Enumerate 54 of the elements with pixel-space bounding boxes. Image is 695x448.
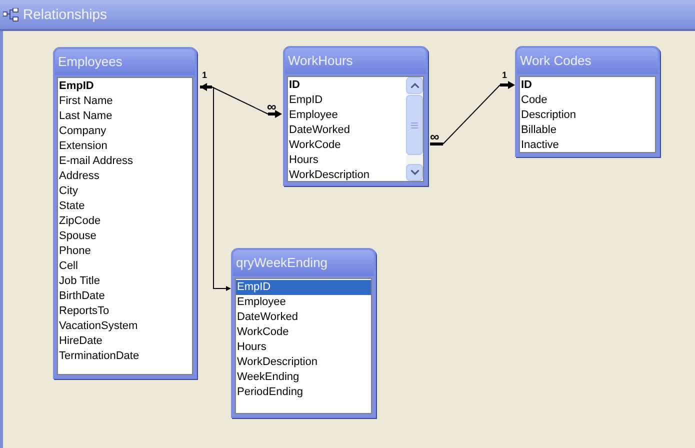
field-item[interactable]: Billable bbox=[520, 123, 655, 138]
field-item[interactable]: Spouse bbox=[58, 229, 192, 244]
field-item[interactable]: E-mail Address bbox=[58, 154, 192, 169]
field-item[interactable]: TerminationDate bbox=[58, 349, 192, 364]
field-item[interactable]: ZipCode bbox=[58, 214, 192, 229]
field-item[interactable]: EmpID bbox=[58, 79, 192, 94]
field-item[interactable]: Inactive bbox=[520, 138, 655, 153]
field-item[interactable]: Address bbox=[58, 169, 192, 184]
field-item[interactable]: State bbox=[58, 199, 192, 214]
field-item[interactable]: EmpID bbox=[288, 93, 406, 108]
field-item[interactable]: Company bbox=[58, 124, 192, 139]
field-item[interactable]: Employee bbox=[236, 295, 371, 310]
field-item[interactable]: DateWorked bbox=[236, 310, 371, 325]
field-item[interactable]: ID bbox=[520, 78, 655, 93]
many-label: ∞ bbox=[267, 100, 276, 113]
field-item[interactable]: Hours bbox=[236, 340, 371, 355]
field-item[interactable]: Description bbox=[520, 108, 655, 123]
field-item[interactable]: WorkCode bbox=[288, 138, 406, 153]
relationships-icon bbox=[3, 8, 19, 22]
field-item[interactable]: WeekEnding bbox=[236, 370, 371, 385]
field-item[interactable]: Code bbox=[520, 93, 655, 108]
field-item[interactable]: City bbox=[58, 184, 192, 199]
field-item[interactable]: Last Name bbox=[58, 109, 192, 124]
field-item[interactable]: ID bbox=[288, 78, 406, 93]
scrollbar[interactable] bbox=[406, 77, 423, 181]
window-title: Relationships bbox=[23, 5, 108, 24]
table-title: qryWeekEnding bbox=[236, 254, 328, 272]
one-label: 1 bbox=[202, 71, 208, 80]
field-item[interactable]: BirthDate bbox=[58, 289, 192, 304]
field-item[interactable]: PeriodEnding bbox=[236, 385, 371, 400]
one-label: 1 bbox=[502, 71, 508, 80]
table-title: Employees bbox=[58, 53, 122, 72]
field-item[interactable]: WorkDescription bbox=[288, 168, 406, 183]
field-item[interactable]: Cell bbox=[58, 259, 192, 274]
many-label: ∞ bbox=[430, 130, 440, 143]
grip-icon bbox=[411, 122, 418, 128]
field-item[interactable]: Phone bbox=[58, 244, 192, 259]
table-title: WorkHours bbox=[288, 52, 353, 70]
scroll-down-button[interactable] bbox=[406, 164, 423, 181]
scroll-up-button[interactable] bbox=[406, 77, 423, 94]
field-item[interactable]: HireDate bbox=[58, 334, 192, 349]
field-item[interactable]: Hours bbox=[288, 153, 406, 168]
field-item[interactable]: EmpID bbox=[236, 280, 371, 295]
field-item[interactable]: WorkCode bbox=[236, 325, 371, 340]
field-item[interactable]: Job Title bbox=[58, 274, 192, 289]
field-item[interactable]: First Name bbox=[58, 94, 192, 109]
field-item[interactable]: ReportsTo bbox=[58, 304, 192, 319]
scrollbar-thumb[interactable] bbox=[406, 95, 423, 155]
field-item[interactable]: DateWorked bbox=[288, 123, 406, 138]
field-item[interactable]: Employee bbox=[288, 108, 406, 123]
field-item[interactable]: Extension bbox=[58, 139, 192, 154]
field-item[interactable]: WorkDescription bbox=[236, 355, 371, 370]
table-title: Work Codes bbox=[520, 52, 592, 70]
field-item[interactable]: VacationSystem bbox=[58, 319, 192, 334]
